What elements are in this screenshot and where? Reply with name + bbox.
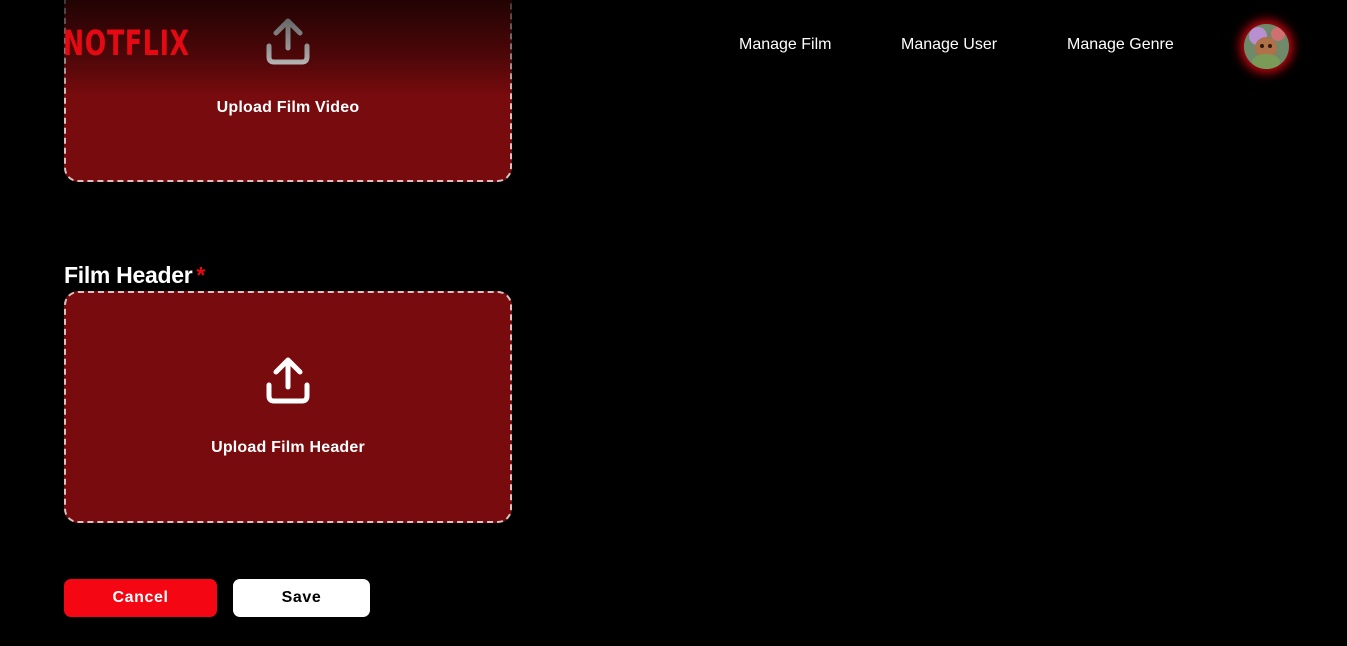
cancel-button[interactable]: Cancel <box>64 579 217 617</box>
nav-links: Manage Film Manage User Manage Genre <box>0 36 1347 58</box>
nav-manage-film[interactable]: Manage Film <box>739 36 831 54</box>
upload-film-video-label: Upload Film Video <box>216 99 360 116</box>
avatar-image <box>1244 24 1289 69</box>
top-navbar: NOTFLIX Manage Film Manage User Manage G… <box>0 0 1347 96</box>
user-avatar[interactable] <box>1244 24 1289 69</box>
film-header-label: Film Header * <box>64 262 205 289</box>
manage-film-page: Upload Film Video NOTFLIX Manage Film Ma… <box>0 0 1347 646</box>
save-button[interactable]: Save <box>233 579 370 617</box>
upload-icon <box>265 355 311 405</box>
upload-film-header-text: Upload Film Header <box>211 439 365 456</box>
upload-film-header-content: Upload Film Header <box>66 355 510 457</box>
required-marker: * <box>196 262 206 288</box>
nav-manage-genre[interactable]: Manage Genre <box>1067 36 1174 54</box>
upload-film-header-dropzone[interactable]: Upload Film Header <box>64 291 512 523</box>
film-header-label-text: Film Header <box>64 262 193 288</box>
nav-manage-user[interactable]: Manage User <box>901 36 997 54</box>
